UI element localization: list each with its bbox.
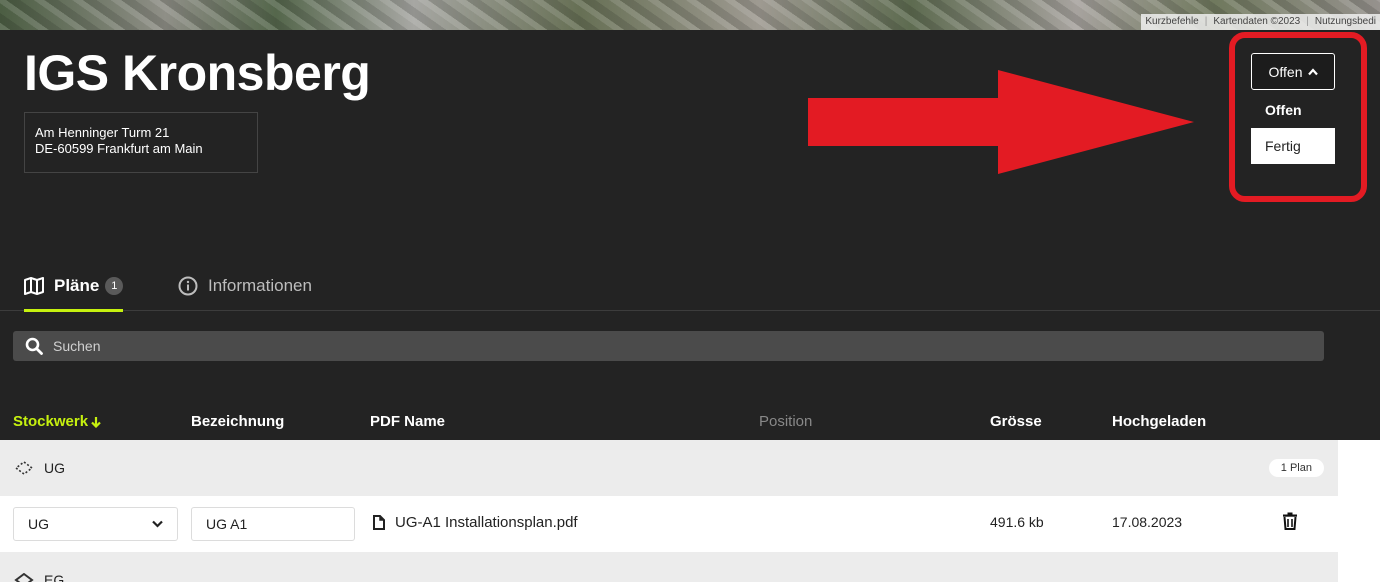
divider: |	[1204, 16, 1208, 27]
column-header-pdf-name[interactable]: PDF Name	[370, 413, 445, 430]
column-header-name[interactable]: Bezeichnung	[191, 413, 284, 430]
floor-select[interactable]: UG	[13, 507, 178, 541]
floor-group-row[interactable]: EG	[0, 552, 1338, 582]
pdf-file-link[interactable]: UG-A1 Installationsplan.pdf	[373, 514, 578, 531]
column-header-uploaded[interactable]: Hochgeladen	[1112, 413, 1206, 430]
address-street: Am Henninger Turm 21	[35, 125, 170, 140]
pdf-file-name: UG-A1 Installationsplan.pdf	[395, 514, 578, 531]
floor-group-row[interactable]: UG 1 Plan	[0, 440, 1338, 496]
column-header-size[interactable]: Grösse	[990, 413, 1042, 430]
search-input[interactable]	[53, 338, 553, 354]
floor-layer-icon	[14, 461, 34, 475]
status-option-fertig[interactable]: Fertig	[1251, 128, 1335, 164]
page-title: IGS Kronsberg	[24, 45, 371, 101]
map-data-label: Kartendaten ©2023	[1213, 16, 1301, 27]
chevron-down-icon	[152, 520, 163, 528]
tab-bar: Pläne 1 Informationen	[0, 262, 1380, 312]
upload-date: 17.08.2023	[1112, 514, 1183, 530]
chevron-up-icon	[1307, 67, 1318, 75]
tab-plans[interactable]: Pläne 1	[24, 262, 124, 312]
status-dropdown-button[interactable]: Offen	[1251, 53, 1335, 90]
map-shortcuts-link[interactable]: Kurzbefehle	[1145, 14, 1198, 30]
column-header-floor-label: Stockwerk	[13, 413, 89, 430]
tab-information[interactable]: Informationen	[178, 262, 312, 310]
map-preview[interactable]: Kurzbefehle | Kartendaten ©2023 | Nutzun…	[0, 0, 1380, 30]
info-icon	[178, 276, 198, 296]
file-size: 491.6 kb	[990, 514, 1044, 530]
map-attribution: Kurzbefehle | Kartendaten ©2023 | Nutzun…	[1141, 14, 1380, 30]
file-icon	[373, 515, 385, 530]
status-option-offen[interactable]: Offen	[1251, 92, 1335, 128]
plan-name-input[interactable]	[191, 507, 355, 541]
table-row: UG UG-A1 Installationsplan.pdf 491.6 kb …	[0, 496, 1338, 552]
map-terms-link[interactable]: Nutzungsbedi	[1315, 14, 1376, 30]
address-box: Am Henninger Turm 21 DE-60599 Frankfurt …	[24, 112, 258, 173]
divider: |	[1306, 16, 1309, 27]
table-header: Stockwerk Bezeichnung PDF Name Position …	[0, 404, 1380, 440]
plan-count-badge: 1 Plan	[1268, 459, 1324, 477]
floor-group-label: EG	[44, 572, 65, 582]
floor-layer-icon	[14, 573, 34, 582]
page-gutter	[1338, 440, 1380, 582]
search-bar	[13, 331, 1324, 361]
address-city: DE-60599 Frankfurt am Main	[35, 141, 203, 156]
status-dropdown-menu: Offen Fertig	[1251, 92, 1335, 164]
sort-down-arrow-icon	[91, 416, 101, 428]
tab-information-label: Informationen	[208, 276, 312, 295]
search-icon	[25, 337, 43, 355]
trash-icon[interactable]	[1282, 512, 1298, 530]
floor-select-value: UG	[28, 516, 49, 532]
status-selected: Offen	[1268, 63, 1303, 80]
red-arrow-annotation	[808, 70, 1194, 174]
floor-group-label: UG	[44, 460, 65, 476]
tab-plans-count-badge: 1	[105, 277, 124, 295]
map-icon	[24, 277, 44, 295]
tab-plans-label: Pläne	[54, 276, 100, 295]
column-header-floor[interactable]: Stockwerk	[13, 413, 101, 430]
column-header-position: Position	[759, 413, 813, 430]
